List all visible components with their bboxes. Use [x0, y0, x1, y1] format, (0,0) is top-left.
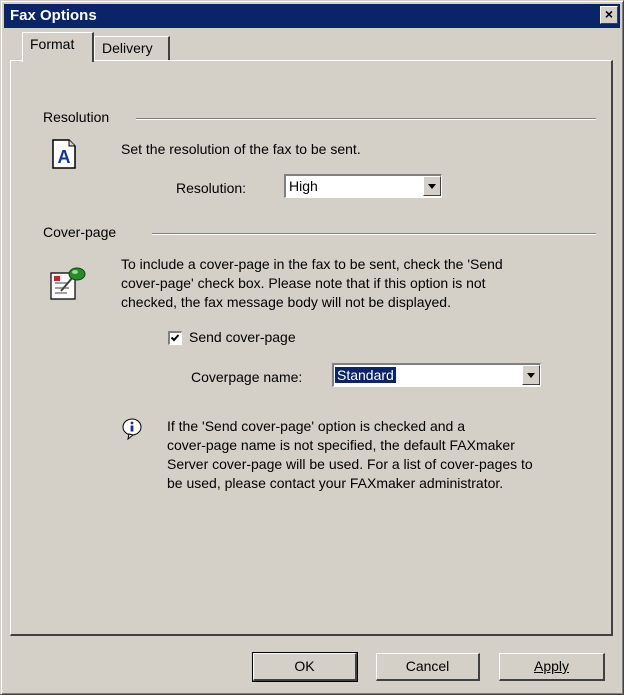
chevron-down-icon[interactable] — [423, 176, 441, 196]
resolution-description: Set the resolution of the fax to be sent… — [121, 141, 361, 157]
fax-options-dialog: Fax Options × Format Delivery Resolution… — [0, 0, 624, 695]
info-icon — [121, 417, 145, 441]
cancel-button[interactable]: Cancel — [376, 653, 480, 681]
format-tab-panel: Resolution A Set the resolution of the f… — [10, 60, 613, 636]
apply-button-label: Apply — [533, 658, 570, 674]
coverpage-group-divider — [152, 233, 596, 235]
tab-delivery-label: Delivery — [102, 40, 153, 56]
cancel-button-label: Cancel — [405, 658, 450, 674]
coverpage-pushpin-icon — [49, 265, 87, 301]
title-bar[interactable]: Fax Options × — [4, 4, 620, 28]
window-title: Fax Options — [10, 7, 97, 24]
checkmark-icon — [170, 334, 180, 342]
info-line-3: Server cover-page will be used. For a li… — [167, 456, 533, 472]
resolution-group-divider — [136, 118, 596, 120]
document-a-icon: A — [51, 139, 77, 169]
ok-button-label: OK — [294, 658, 315, 674]
info-line-1: If the 'Send cover-page' option is check… — [167, 418, 465, 434]
info-line-2: cover-page name is not specified, the de… — [167, 437, 515, 453]
tab-format-label: Format — [30, 36, 75, 52]
apply-button[interactable]: Apply — [499, 653, 605, 681]
send-coverpage-label[interactable]: Send cover-page — [189, 328, 296, 347]
info-line-4: be used, please contact your FAXmaker ad… — [167, 475, 504, 491]
coverpage-name-select[interactable]: Standard — [332, 363, 541, 387]
resolution-select[interactable]: High — [284, 174, 442, 198]
coverpage-name-label: Coverpage name: — [191, 369, 303, 385]
svg-text:A: A — [58, 147, 71, 167]
coverpage-description-line-1: To include a cover-page in the fax to be… — [121, 256, 503, 272]
close-button[interactable]: × — [600, 6, 618, 24]
close-icon: × — [604, 6, 614, 22]
tab-delivery[interactable]: Delivery — [94, 36, 170, 60]
coverpage-name-value: Standard — [335, 367, 396, 383]
tab-format[interactable]: Format — [22, 32, 94, 62]
send-coverpage-checkbox[interactable] — [168, 331, 182, 345]
ok-button[interactable]: OK — [252, 652, 358, 682]
resolution-select-value: High — [289, 178, 318, 194]
chevron-down-icon[interactable] — [522, 365, 540, 385]
coverpage-description-line-3: checked, the fax message body will not b… — [121, 294, 451, 310]
coverpage-description-line-2: cover-page' check box. Please note that … — [121, 275, 486, 291]
resolution-group-label: Resolution — [43, 109, 110, 125]
coverpage-group-label: Cover-page — [43, 224, 117, 240]
resolution-field-label: Resolution: — [176, 180, 247, 196]
